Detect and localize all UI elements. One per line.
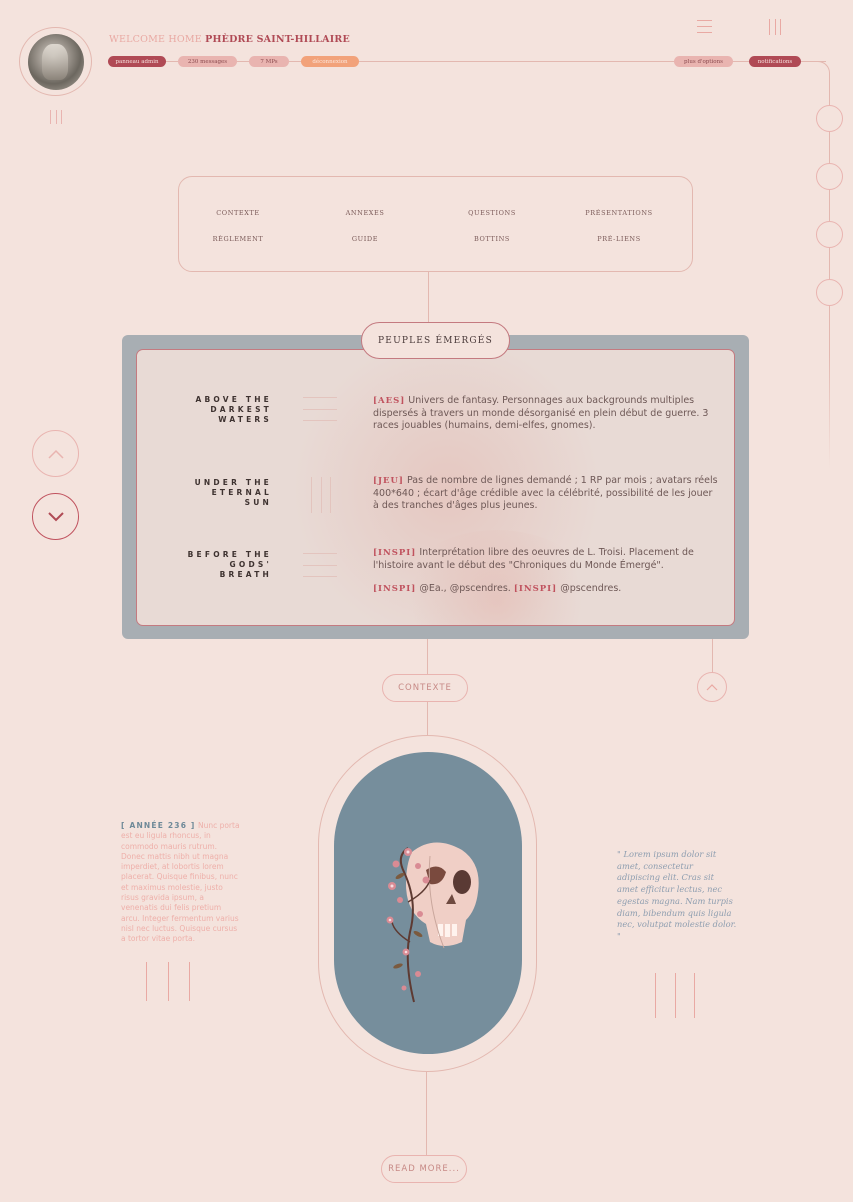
- nav-questions[interactable]: QUESTIONS: [432, 209, 552, 217]
- nav-guide[interactable]: GUIDE: [305, 235, 425, 243]
- skull-flowers-icon: [386, 842, 479, 1003]
- back-to-top-button[interactable]: [697, 672, 727, 702]
- rail-node-2[interactable]: [816, 163, 843, 190]
- row-title-2: UNDER THE ETERNAL SUN: [194, 478, 272, 507]
- hamburger-icon[interactable]: [697, 20, 712, 33]
- admin-panel-button[interactable]: panneau admin: [108, 56, 166, 67]
- navigation-panel: [178, 176, 693, 272]
- skull-illustration: [334, 752, 522, 1054]
- avatar-frame[interactable]: [19, 27, 92, 96]
- chevron-up-icon: [47, 449, 64, 459]
- user-name[interactable]: PHÈDRE SAINT-HILLAIRE: [205, 34, 350, 45]
- nav-presentations[interactable]: PRÉSENTATIONS: [559, 209, 679, 217]
- credit-1: @Ea., @pscendres.: [419, 583, 511, 594]
- scroll-down-button[interactable]: [32, 493, 79, 540]
- left-deco-bars: [146, 962, 190, 1001]
- rail-node-4[interactable]: [816, 279, 843, 306]
- row-tag-3: [INSPI]: [373, 548, 417, 558]
- notifications-button[interactable]: notifications: [749, 56, 801, 67]
- rail-node-1[interactable]: [816, 105, 843, 132]
- avatar[interactable]: [27, 33, 84, 90]
- nav-annexes[interactable]: ANNEXES: [305, 209, 425, 217]
- right-deco-bars: [655, 973, 695, 1018]
- nav-bottins[interactable]: BOTTINS: [432, 235, 552, 243]
- divider-bars-icon: [50, 110, 62, 124]
- more-options-button[interactable]: plus d'options: [674, 56, 733, 67]
- row-body-2: Pas de nombre de lignes demandé ; 1 RP p…: [373, 475, 718, 511]
- credit-tag-2: [INSPI]: [513, 584, 558, 594]
- private-messages-button[interactable]: 7 MPs: [249, 56, 289, 67]
- contexte-button[interactable]: CONTEXTE: [382, 674, 468, 702]
- connector-line: [712, 639, 713, 673]
- quote-text: " Lorem ipsum dolor sit amet, consectetu…: [617, 849, 737, 941]
- nav-pre-liens[interactable]: PRÉ-LIENS: [559, 235, 679, 243]
- year-text-block: [ ANNÉE 236 ] Nunc porta est eu ligula r…: [121, 821, 241, 945]
- row-tag-1: [AES]: [373, 396, 406, 406]
- row-title-1: ABOVE THE DARKEST WATERS: [195, 395, 272, 424]
- nav-reglement[interactable]: RÈGLEMENT: [178, 235, 298, 243]
- card-title: PEUPLES ÉMERGÉS: [361, 322, 510, 359]
- welcome-prefix: WELCOME HOME: [109, 34, 202, 45]
- row-title-3: BEFORE THE GODS' BREATH: [187, 550, 272, 579]
- row-tag-2: [JEU]: [373, 476, 404, 486]
- chevron-down-icon: [47, 511, 64, 521]
- row-credits: [INSPI] @Ea., @pscendres. [INSPI] @pscen…: [373, 583, 718, 596]
- row-decoration-3: [303, 553, 337, 577]
- row-body-3: Interprétation libre des oeuvres de L. T…: [373, 547, 694, 571]
- logout-button[interactable]: déconnexion: [301, 56, 359, 67]
- row-body-1: Univers de fantasy. Personnages aux back…: [373, 395, 709, 431]
- row-decoration-1: [303, 397, 337, 421]
- columns-icon[interactable]: [769, 19, 781, 35]
- connector-line: [428, 272, 429, 322]
- credit-2: @pscendres.: [560, 583, 622, 594]
- read-more-button[interactable]: READ MORE...: [381, 1155, 467, 1183]
- connector-line: [426, 1072, 427, 1156]
- scroll-up-button[interactable]: [32, 430, 79, 477]
- row-text-2: [JEU] Pas de nombre de lignes demandé ; …: [373, 475, 718, 513]
- welcome-line: WELCOME HOME PHÈDRE SAINT-HILLAIRE: [109, 34, 350, 45]
- rail-node-3[interactable]: [816, 221, 843, 248]
- year-label: [ ANNÉE 236 ]: [121, 821, 196, 830]
- chevron-up-icon: [706, 684, 718, 691]
- messages-button[interactable]: 230 messages: [178, 56, 237, 67]
- year-body: Nunc porta est eu ligula rhoncus, in com…: [121, 821, 240, 944]
- row-text-1: [AES] Univers de fantasy. Personnages au…: [373, 395, 718, 433]
- credit-tag-1: [INSPI]: [373, 584, 417, 594]
- row-decoration-2: [311, 477, 331, 513]
- nav-contexte[interactable]: CONTEXTE: [178, 209, 298, 217]
- row-text-3: [INSPI] Interprétation libre des oeuvres…: [373, 547, 718, 572]
